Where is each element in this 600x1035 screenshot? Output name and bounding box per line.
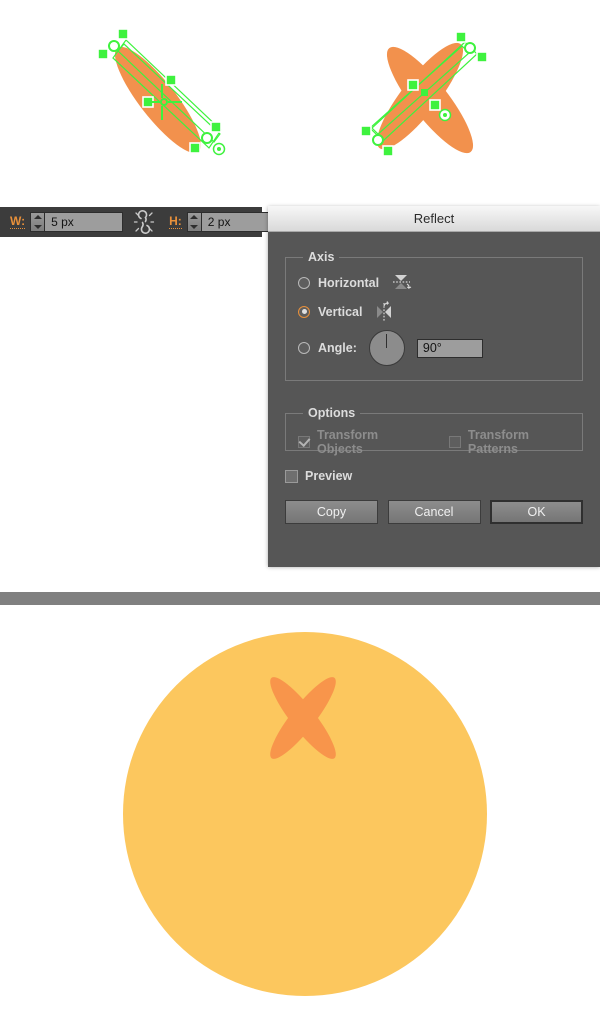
- angle-input[interactable]: 90°: [416, 338, 483, 358]
- checkbox-label-transform-patterns: Transform Patterns: [467, 427, 530, 456]
- dialog-title-text: Reflect: [413, 211, 455, 226]
- broken-link-icon[interactable]: [131, 209, 157, 235]
- transform-toolbar[interactable]: W: 5 px H: 2 px: [0, 207, 280, 237]
- dialog-button-row: Copy Cancel OK: [285, 500, 583, 524]
- radio-horizontal[interactable]: [298, 276, 310, 289]
- checkbox-row-transform-patterns[interactable]: Transform Patterns: [448, 427, 582, 456]
- reflect-vertical-icon: [374, 300, 396, 323]
- result-preview: [0, 605, 600, 1030]
- checkbox-row-preview[interactable]: Preview: [285, 469, 583, 483]
- left-artwork-single-ellipse[interactable]: [80, 18, 250, 183]
- checkbox-transform-patterns[interactable]: [448, 435, 461, 448]
- copy-button[interactable]: Copy: [285, 500, 378, 524]
- reflect-horizontal-icon: [391, 272, 413, 294]
- reflect-dialog[interactable]: Reflect Axis Horizontal Vertical Angle: …: [268, 206, 600, 567]
- height-field-group[interactable]: H: 2 px: [165, 212, 280, 232]
- height-label: H:: [169, 214, 182, 229]
- options-group: Options Transform Objects Transform Patt…: [285, 406, 583, 456]
- height-stepper[interactable]: [186, 212, 202, 232]
- width-label: W:: [10, 214, 26, 229]
- checkbox-preview[interactable]: [285, 469, 298, 483]
- width-input[interactable]: 5 px: [45, 212, 124, 232]
- options-group-legend: Options: [308, 406, 356, 420]
- width-field-group[interactable]: W: 5 px: [6, 212, 124, 232]
- selection-anchor-points[interactable]: [97, 28, 226, 156]
- orange-face-circle[interactable]: [123, 632, 487, 996]
- checkbox-label-transform-objects: Transform Objects: [317, 427, 379, 456]
- axis-group-legend: Axis: [308, 250, 335, 264]
- radio-label-horizontal: Horizontal: [318, 275, 380, 290]
- radio-label-angle: Angle:: [318, 341, 357, 355]
- rotation-origin-marker[interactable]: [212, 142, 226, 156]
- radio-vertical[interactable]: [298, 305, 310, 318]
- rotation-origin-marker[interactable]: [438, 108, 452, 122]
- radio-label-vertical: Vertical: [318, 304, 363, 319]
- right-artwork-reflected-pair[interactable]: [350, 18, 525, 183]
- dialog-body: Axis Horizontal Vertical Angle: 90° Opti…: [268, 232, 600, 567]
- radio-angle[interactable]: [298, 342, 310, 354]
- radio-row-vertical[interactable]: Vertical: [298, 297, 582, 326]
- angle-dial-icon[interactable]: [368, 330, 405, 366]
- angle-row[interactable]: Angle: 90°: [298, 326, 582, 370]
- illustration-canvas: [0, 0, 600, 200]
- dialog-title-bar: Reflect: [268, 206, 600, 232]
- checkbox-row-transform-objects[interactable]: Transform Objects: [298, 428, 427, 456]
- radio-row-horizontal[interactable]: Horizontal: [298, 268, 582, 297]
- width-stepper[interactable]: [30, 212, 46, 232]
- result-artwork[interactable]: [0, 605, 600, 1030]
- cancel-button[interactable]: Cancel: [387, 500, 481, 524]
- axis-group: Axis Horizontal Vertical Angle: 90°: [285, 250, 583, 381]
- center-point-marker: [421, 89, 428, 96]
- ok-button[interactable]: OK: [490, 500, 583, 524]
- checkbox-transform-objects[interactable]: [298, 435, 310, 448]
- section-divider: [0, 592, 600, 605]
- checkbox-label-preview: Preview: [305, 469, 353, 483]
